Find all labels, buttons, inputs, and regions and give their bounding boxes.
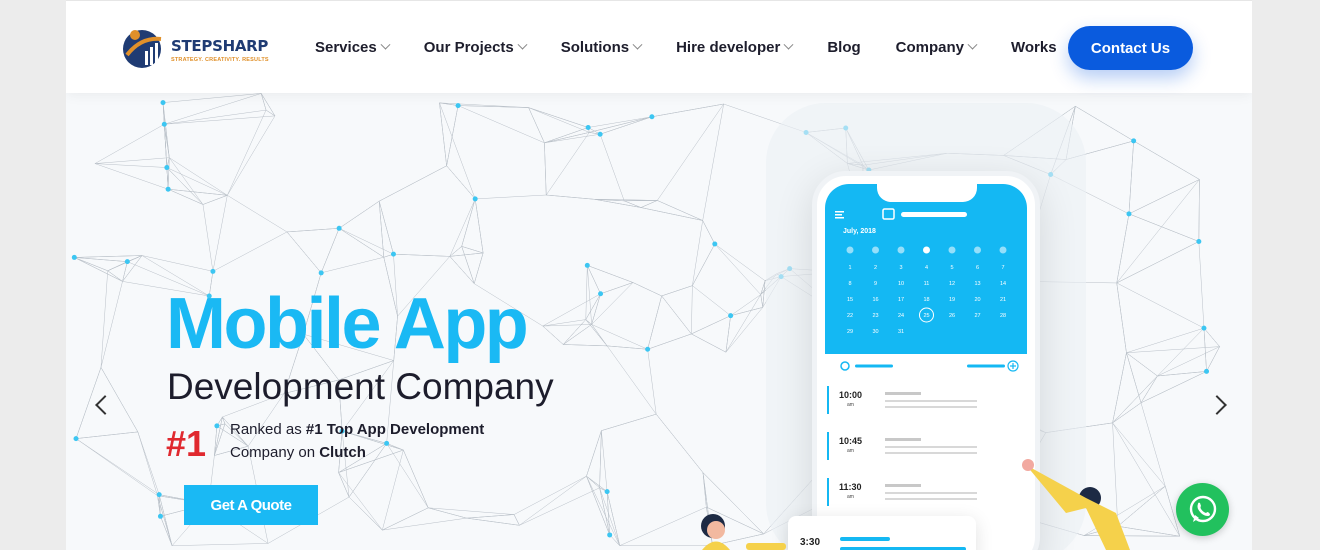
calendar-day: 4 (925, 265, 928, 271)
stepsharp-logo[interactable]: STEPSHARP STRATEGY. CREATIVITY. RESULTS (121, 23, 281, 73)
calendar-day: 10 (898, 281, 904, 287)
weekday-dot (948, 246, 956, 254)
time-accent-bar (827, 478, 829, 506)
calendar-day: 7 (1001, 265, 1004, 271)
site-header: STEPSHARP STRATEGY. CREATIVITY. RESULTS … (66, 0, 1252, 93)
time-accent-bar (827, 386, 829, 414)
rank-number: #1 (166, 423, 207, 464)
nav-item-works[interactable]: Works (1011, 39, 1057, 56)
weekday-dot (999, 246, 1007, 254)
placeholder-line (885, 400, 977, 402)
weekday-dot (872, 246, 879, 254)
calendar-day: 6 (976, 265, 979, 271)
calendar-day: 15 (847, 297, 853, 303)
calendar-day: 21 (1000, 297, 1006, 303)
schedule-item: 10:45 am (825, 426, 1027, 472)
calendar-day: 12 (949, 281, 955, 287)
brand-tagline: STRATEGY. CREATIVITY. RESULTS (171, 57, 269, 63)
calendar-day: 25 (923, 313, 929, 319)
schedule-ampm: am (847, 448, 854, 454)
schedule-ampm: am (847, 494, 854, 500)
placeholder-line (885, 406, 977, 408)
weekday-dot (846, 246, 854, 254)
nav-item-our-projects[interactable]: Our Projects (424, 39, 528, 56)
weekday-dot (923, 246, 930, 254)
chevron-down-icon (632, 39, 643, 50)
calendar-day: 27 (974, 313, 980, 319)
calendar-day: 26 (949, 313, 955, 319)
time-accent-bar (827, 432, 829, 460)
chevron-down-icon (783, 39, 794, 50)
calendar-day: 17 (898, 297, 904, 303)
calendar-day: 28 (1000, 313, 1006, 319)
calendar-grid: 1 2 3 4 5 6 78 9 10 11 12 13 1415 16 17 18 19 20 2122 23 24 2… (846, 246, 1007, 335)
logo-emblem-icon (123, 30, 162, 68)
calendar-day: 5 (950, 265, 953, 271)
calendar-day: 24 (898, 313, 904, 319)
placeholder-line (885, 438, 921, 441)
calendar-day: 19 (949, 297, 955, 303)
calendar-day: 23 (872, 313, 878, 319)
calendar-day: 20 (974, 297, 980, 303)
calendar-day: 2 (874, 265, 877, 271)
hero-title: Mobile App (166, 284, 529, 364)
calendar-day: 16 (872, 297, 878, 303)
schedule-time: 10:45 (839, 436, 863, 446)
calendar-day: 13 (974, 281, 980, 287)
page: STEPSHARP STRATEGY. CREATIVITY. RESULTS … (66, 0, 1252, 550)
calendar-day: 18 (923, 297, 929, 303)
nav-item-company[interactable]: Company (896, 39, 978, 56)
contact-us-button[interactable]: Contact Us (1068, 26, 1193, 70)
placeholder-line (885, 446, 977, 448)
placeholder-line (885, 498, 977, 500)
calendar-day: 29 (847, 329, 853, 335)
calendar-day: 14 (1000, 281, 1006, 287)
placeholder-line (885, 492, 977, 494)
placeholder-line (885, 392, 921, 395)
rank-description: Ranked as #1 Top App Development Company… (230, 421, 485, 461)
brand-name: STEPSHARP (171, 37, 269, 55)
appointment-time: 3:30 (800, 537, 821, 548)
calendar-day: 30 (872, 329, 878, 335)
schedule-time: 10:00 (839, 390, 863, 400)
calendar-day: 1 (848, 265, 851, 271)
whatsapp-icon (1189, 495, 1216, 522)
calendar-panel: July, 2018 1 2 3 4 5 6 7 8 9 10 11 12 13 14 15 16 17 18 19… (825, 184, 1027, 354)
placeholder-line (885, 452, 977, 454)
hero-section: July, 2018 1 2 3 4 5 6 7 8 9 10 11 12 13 14 15 16 17 18 19… (66, 93, 1252, 550)
placeholder-line (885, 484, 921, 487)
appointment-card: 3:30 (788, 516, 976, 550)
schedule-ampm: am (847, 402, 854, 408)
main-nav: Services Our Projects Solutions Hire dev… (315, 1, 1092, 94)
calendar-day: 3 (899, 265, 902, 271)
chevron-down-icon (380, 39, 391, 50)
hero-subtitle: Development Company (167, 366, 554, 407)
schedule-item: 11:30 am (825, 472, 1027, 518)
calendar-day: 11 (924, 281, 930, 287)
weekday-dot (897, 246, 905, 254)
schedule-item: 10:00 am (825, 380, 1027, 426)
nav-item-hire-developer[interactable]: Hire developer (676, 39, 794, 56)
chevron-down-icon (517, 39, 528, 50)
schedule-time: 11:30 (839, 482, 862, 492)
calendar-day: 8 (848, 281, 851, 287)
phone-mockup: July, 2018 1 2 3 4 5 6 7 8 9 10 11 12 13 14 15 16 17 18 19… (812, 171, 1040, 550)
chevron-down-icon (967, 39, 978, 50)
calendar-day: 22 (847, 313, 853, 319)
weekday-dot (974, 246, 981, 254)
nav-item-solutions[interactable]: Solutions (561, 39, 643, 56)
schedule-list: 10:00 am 10:45 am 11:30 am (825, 380, 1027, 518)
calendar-day: 9 (874, 281, 877, 287)
placeholder-bar (840, 537, 890, 541)
whatsapp-chat-button[interactable] (1176, 483, 1229, 536)
calendar-day: 31 (898, 329, 904, 335)
get-a-quote-button[interactable]: Get A Quote (184, 485, 318, 525)
nav-item-services[interactable]: Services (315, 39, 391, 56)
timeline-controls (840, 360, 1019, 372)
nav-item-blog[interactable]: Blog (827, 39, 860, 56)
